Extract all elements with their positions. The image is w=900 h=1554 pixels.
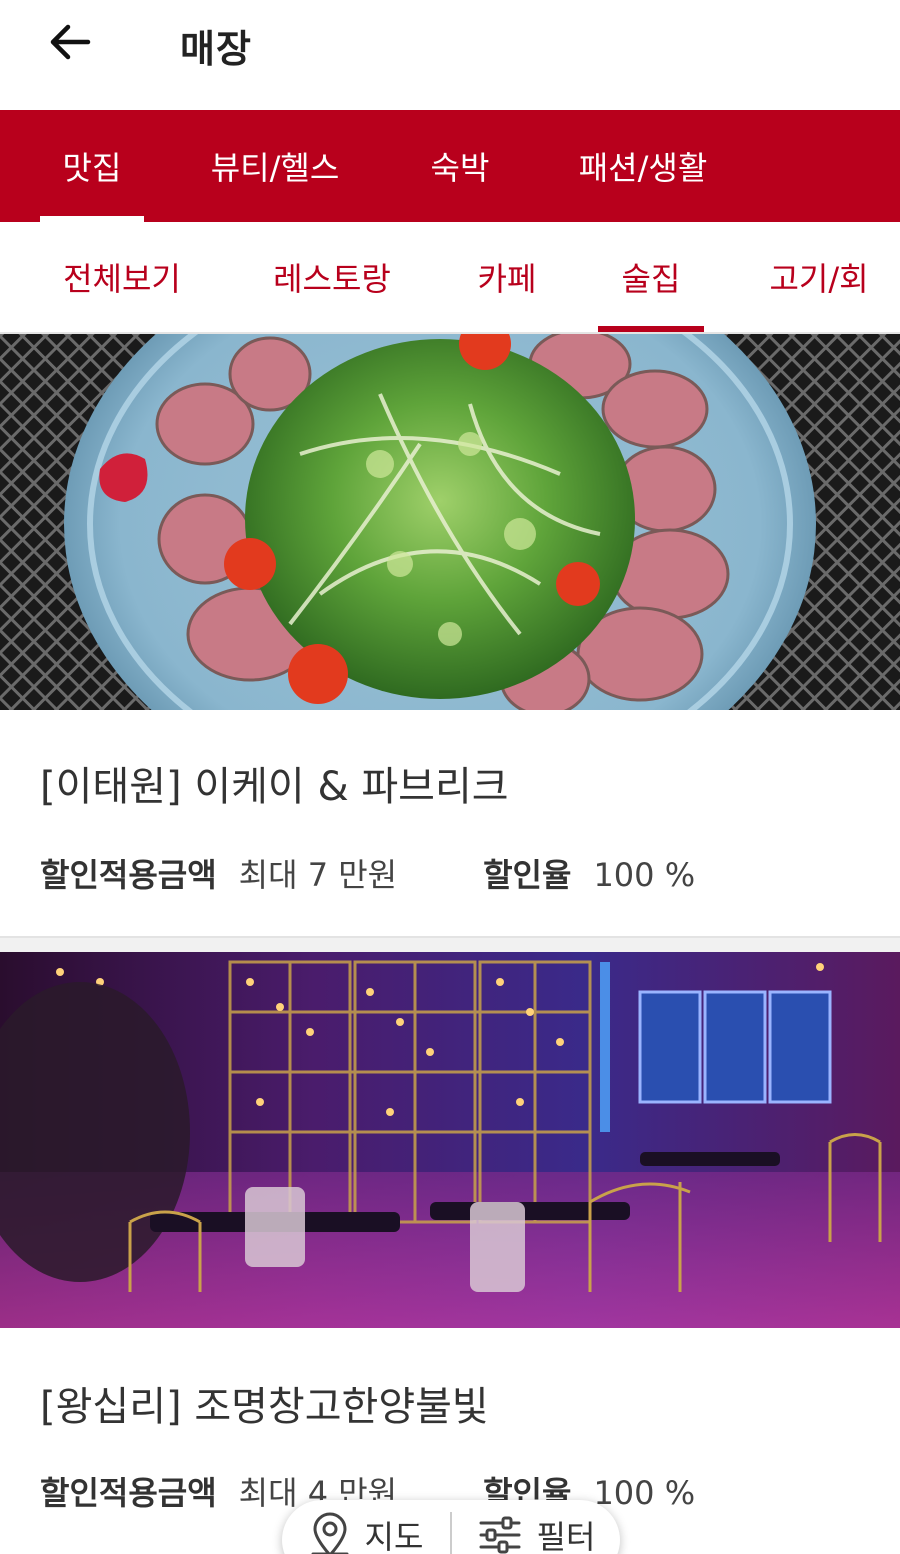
- subtab-restaurant[interactable]: 레스토랑: [264, 222, 400, 332]
- store-card[interactable]: [왕십리] 조명창고한양불빛 할인적용금액 최대 4 만원 할인율 100 %: [0, 952, 900, 1554]
- page-title: 매장: [180, 27, 252, 71]
- tab-restaurants[interactable]: 맛집: [40, 110, 144, 222]
- subtab-label: 레스토랑: [273, 260, 391, 298]
- discount-rate-value: 100 %: [593, 856, 696, 894]
- subcategory-tab-bar: 전체보기 레스토랑 카페 술집 고기/회: [0, 222, 900, 334]
- tab-label: 숙박: [430, 149, 490, 187]
- subtab-label: 술집: [621, 260, 681, 298]
- filter-button[interactable]: 필터: [452, 1504, 620, 1554]
- subtab-cafe[interactable]: 카페: [470, 222, 544, 332]
- filter-label: 필터: [536, 1518, 596, 1554]
- tab-label: 맛집: [62, 149, 122, 187]
- category-tab-bar: 맛집 뷰티/헬스 숙박 패션/생활: [0, 110, 900, 222]
- store-card[interactable]: [이태원] 이케이 & 파브리크 할인적용금액 최대 7 만원 할인율 100 …: [0, 334, 900, 938]
- subtab-label: 전체보기: [63, 260, 181, 298]
- subtab-meat-sashimi[interactable]: 고기/회: [760, 222, 878, 332]
- tab-label: 패션/생활: [578, 149, 708, 187]
- tab-beauty-health[interactable]: 뷰티/헬스: [200, 110, 350, 222]
- floating-action-bar: 지도 필터: [282, 1500, 620, 1554]
- tab-fashion-living[interactable]: 패션/생활: [568, 110, 718, 222]
- subtab-label: 고기/회: [769, 260, 869, 298]
- store-discount-info: 할인적용금액 최대 7 만원 할인율 100 %: [40, 850, 695, 896]
- discount-amount-label: 할인적용금액: [40, 856, 217, 894]
- store-name: [왕십리] 조명창고한양불빛: [40, 1384, 489, 1430]
- discount-rate-label: 할인율: [483, 856, 572, 894]
- arrow-left-icon: [50, 24, 91, 60]
- map-pin-icon: [311, 1512, 349, 1554]
- back-button[interactable]: [44, 16, 96, 68]
- active-subtab-indicator: [598, 326, 704, 332]
- map-button[interactable]: 지도: [282, 1504, 450, 1554]
- card-divider: [0, 936, 900, 952]
- store-photo: [0, 952, 900, 1328]
- sliders-icon: [479, 1516, 521, 1554]
- tab-lodging[interactable]: 숙박: [422, 110, 498, 222]
- subtab-bar[interactable]: 술집: [598, 222, 704, 332]
- map-label: 지도: [364, 1518, 424, 1554]
- subtab-all[interactable]: 전체보기: [54, 222, 190, 332]
- discount-amount-label: 할인적용금액: [40, 1474, 217, 1512]
- subtab-label: 카페: [477, 260, 537, 298]
- tab-label: 뷰티/헬스: [210, 149, 340, 187]
- app-header: 매장: [0, 0, 900, 110]
- store-photo: [0, 334, 900, 710]
- store-name: [이태원] 이케이 & 파브리크: [40, 764, 509, 810]
- discount-amount-value: 최대 7 만원: [238, 856, 398, 894]
